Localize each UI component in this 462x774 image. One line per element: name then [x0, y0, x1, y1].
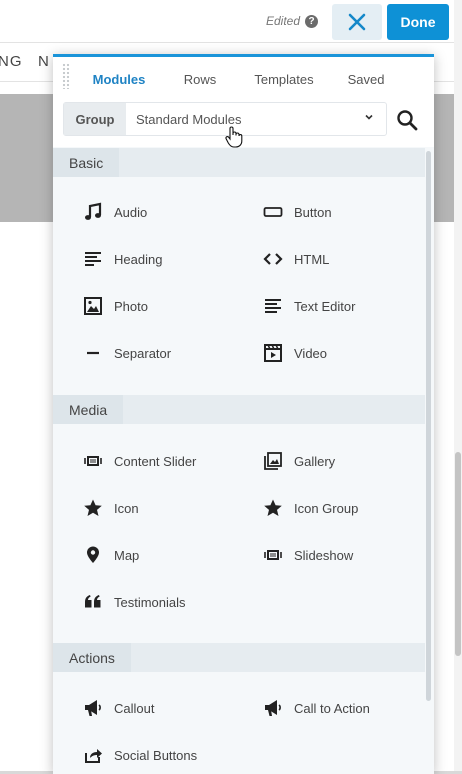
section-body: Callout Call to Action Social Buttons — [53, 672, 425, 774]
tab-templates[interactable]: Templates — [233, 57, 335, 101]
module-label: Map — [114, 547, 140, 563]
star-icon — [264, 499, 282, 516]
modules-panel: Modules Rows Templates Saved Group Stand… — [53, 54, 434, 774]
module-label: Audio — [114, 204, 148, 220]
panel-scrollbar[interactable] — [426, 151, 431, 701]
section-title: Basic — [53, 148, 120, 177]
section-title: Media — [53, 395, 124, 424]
text-lines-icon — [265, 299, 281, 313]
section-header: Actions — [53, 643, 425, 672]
help-icon[interactable]: ? — [305, 14, 318, 28]
section-header: Media — [53, 395, 425, 424]
panel-header: Modules Rows Templates Saved Group Stand… — [53, 57, 434, 148]
section-actions: Actions Callout Call to Action Social Bu… — [53, 643, 425, 774]
section-media: Media Content Slider Gallery Icon Icon G… — [53, 395, 425, 643]
module-heading[interactable]: Heading — [83, 247, 162, 271]
module-callout[interactable]: Callout — [83, 696, 154, 720]
button-rectangle-icon — [263, 207, 283, 217]
section-body: Content Slider Gallery Icon Icon Group M… — [53, 424, 425, 643]
module-audio[interactable]: Audio — [83, 200, 147, 224]
module-icon[interactable]: Icon — [83, 496, 139, 520]
module-label: Separator — [114, 345, 172, 361]
chevron-down-icon — [365, 114, 373, 120]
module-slideshow[interactable]: Slideshow — [263, 543, 353, 567]
module-call-to-action[interactable]: Call to Action — [263, 696, 370, 720]
map-pin-icon — [87, 546, 99, 563]
module-label: Testimonials — [114, 594, 186, 610]
video-clapper-icon — [264, 344, 282, 362]
module-label: Gallery — [294, 453, 336, 469]
module-map[interactable]: Map — [83, 543, 139, 567]
module-label: Content Slider — [114, 453, 197, 469]
star-icon — [84, 499, 102, 516]
module-label: HTML — [294, 251, 330, 267]
megaphone-icon — [265, 700, 281, 716]
edited-status: Edited ? — [266, 14, 318, 28]
share-icon — [85, 749, 102, 763]
group-dropdown-value: Standard Modules — [136, 111, 242, 127]
module-label: Icon Group — [294, 500, 359, 516]
slider-icon — [264, 550, 282, 560]
module-label: Text Editor — [294, 298, 356, 314]
separator-icon — [87, 351, 99, 355]
slider-icon — [84, 456, 102, 466]
code-brackets-icon — [263, 253, 283, 265]
module-label: Slideshow — [294, 547, 354, 563]
section-body: Audio Button Heading HTML Photo Text Edi… — [53, 177, 425, 393]
module-icon-group[interactable]: Icon Group — [263, 496, 358, 520]
section-basic: Basic Audio Button Heading HTML Photo Te… — [53, 148, 425, 393]
photo-icon — [84, 297, 102, 315]
done-button[interactable]: Done — [387, 4, 449, 40]
group-dropdown[interactable]: Standard Modules — [126, 103, 386, 135]
heading-lines-icon — [85, 252, 101, 266]
module-text-editor[interactable]: Text Editor — [263, 294, 355, 318]
module-video[interactable]: Video — [263, 341, 327, 365]
module-html[interactable]: HTML — [263, 247, 329, 271]
close-icon — [348, 13, 366, 31]
module-testimonials[interactable]: Testimonials — [83, 590, 186, 614]
page-scrollbar-thumb[interactable] — [455, 452, 461, 656]
module-label: Callout — [114, 700, 155, 716]
module-separator[interactable]: Separator — [83, 341, 171, 365]
module-content-slider[interactable]: Content Slider — [83, 449, 196, 473]
close-button[interactable] — [332, 4, 382, 40]
tab-rows[interactable]: Rows — [167, 57, 233, 101]
background-nav-item[interactable]: N — [38, 53, 50, 70]
edited-label: Edited — [265, 14, 300, 28]
module-label: Button — [294, 204, 332, 220]
section-title: Actions — [53, 643, 131, 672]
group-label: Group — [64, 103, 126, 135]
megaphone-icon — [85, 700, 101, 716]
module-label: Video — [294, 345, 328, 361]
section-header: Basic — [53, 148, 425, 177]
panel-tabs: Modules Rows Templates Saved — [71, 57, 434, 101]
search-icon — [397, 110, 418, 131]
gallery-icon — [264, 452, 282, 470]
tab-saved[interactable]: Saved — [335, 57, 397, 101]
module-gallery[interactable]: Gallery — [263, 449, 335, 473]
module-label: Icon — [114, 500, 139, 516]
background-nav-item[interactable]: NG — [0, 53, 23, 70]
quote-icon — [85, 595, 101, 608]
module-photo[interactable]: Photo — [83, 294, 148, 318]
page-scrollbar[interactable] — [454, 0, 462, 774]
module-label: Photo — [114, 298, 148, 314]
drag-handle-icon[interactable] — [62, 63, 70, 89]
module-label: Heading — [114, 251, 163, 267]
music-note-icon — [85, 202, 102, 220]
module-label: Call to Action — [294, 700, 370, 716]
tab-modules[interactable]: Modules — [71, 57, 167, 101]
module-social-buttons[interactable]: Social Buttons — [83, 743, 197, 767]
modules-list: Basic Audio Button Heading HTML Photo Te… — [53, 147, 434, 774]
module-button[interactable]: Button — [263, 200, 332, 224]
hand-cursor-icon — [225, 126, 243, 148]
module-label: Social Buttons — [114, 747, 198, 763]
search-button[interactable] — [393, 106, 421, 134]
